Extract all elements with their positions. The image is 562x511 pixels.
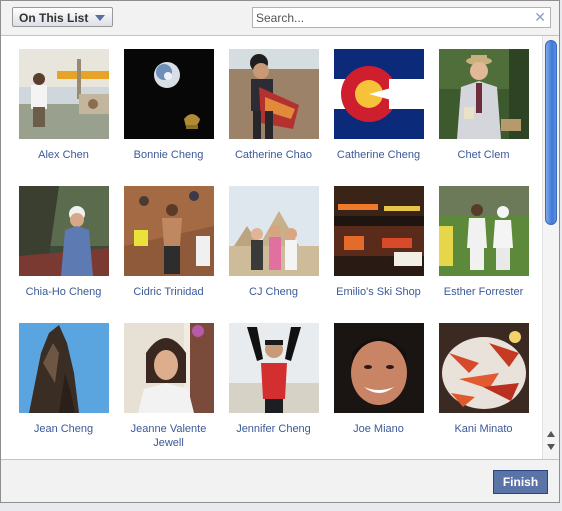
friend-item-chet-clem[interactable]: Chet Clem <box>431 49 536 170</box>
finish-button[interactable]: Finish <box>493 470 548 494</box>
friend-photo-catherine-cheng <box>333 49 424 139</box>
friend-name: Joe Miano <box>353 423 404 435</box>
friend-item-cj-cheng[interactable]: CJ Cheng <box>221 186 326 307</box>
friend-name: Chet Clem <box>457 149 510 161</box>
dialog-footer: Finish <box>1 460 559 502</box>
list-filter-dropdown[interactable]: On This List <box>12 7 114 27</box>
friend-list-dialog: On This List ✕ <box>0 0 560 503</box>
friend-photo-bonnie-cheng <box>123 49 214 139</box>
friend-photo-cj-cheng <box>228 186 319 276</box>
friend-photo-chet-clem <box>438 49 529 139</box>
scrollbar-thumb[interactable] <box>545 40 557 225</box>
friend-item-jeanne-valente-jewell[interactable]: Jeanne Valente Jewell <box>116 323 221 449</box>
friend-name: Jeanne Valente Jewell <box>130 423 207 449</box>
search-box: ✕ <box>252 7 551 28</box>
friend-item-joe-miano[interactable]: Joe Miano <box>326 323 431 444</box>
search-input[interactable] <box>256 9 526 26</box>
friend-photo-alex-chen <box>18 49 109 139</box>
friend-item-chia-ho-cheng[interactable]: Chia-Ho Cheng <box>11 186 116 307</box>
friend-photo-esther-forrester <box>438 186 529 276</box>
scroll-down-icon[interactable] <box>547 444 555 450</box>
friend-item-emilios-ski-shop[interactable]: Emilio's Ski Shop <box>326 186 431 307</box>
friend-item-catherine-chao[interactable]: Catherine Chao <box>221 49 326 170</box>
friend-item-jennifer-cheng[interactable]: Jennifer Cheng <box>221 323 326 444</box>
chevron-down-icon <box>95 15 106 21</box>
friend-name: Kani Minato <box>454 423 513 435</box>
friend-name: Esther Forrester <box>443 286 524 298</box>
friend-name: Catherine Cheng <box>336 149 421 161</box>
friend-photo-jean-cheng <box>18 323 109 413</box>
friend-grid-pane: Alex Chen Bonnie Cheng Catherine Chao Ca… <box>1 36 559 460</box>
friend-photo-kani-minato <box>438 323 529 413</box>
friend-item-jean-cheng[interactable]: Jean Cheng <box>11 323 116 444</box>
friend-photo-catherine-chao <box>228 49 319 139</box>
clear-search-icon[interactable]: ✕ <box>534 9 546 25</box>
friend-grid: Alex Chen Bonnie Cheng Catherine Chao Ca… <box>11 49 541 449</box>
friend-item-alex-chen[interactable]: Alex Chen <box>11 49 116 170</box>
friend-name: Bonnie Cheng <box>133 149 204 161</box>
dialog-toolbar: On This List ✕ <box>1 1 559 36</box>
friend-name: Alex Chen <box>38 149 89 161</box>
friend-name: CJ Cheng <box>249 286 298 298</box>
friend-name: Emilio's Ski Shop <box>336 286 421 298</box>
friend-photo-chia-ho-cheng <box>18 186 109 276</box>
friend-item-cidric-trinidad[interactable]: Cidric Trinidad <box>116 186 221 307</box>
friend-item-kani-minato[interactable]: Kani Minato <box>431 323 536 444</box>
friend-item-catherine-cheng[interactable]: Catherine Cheng <box>326 49 431 170</box>
friend-photo-jeanne-valente-jewell <box>123 323 214 413</box>
friend-photo-cidric-trinidad <box>123 186 214 276</box>
friend-name: Catherine Chao <box>234 149 313 161</box>
friend-photo-emilios-ski-shop <box>333 186 424 276</box>
friend-name: Jennifer Cheng <box>236 423 311 435</box>
friend-name: Jean Cheng <box>33 423 94 435</box>
scroll-up-icon[interactable] <box>547 431 555 437</box>
friend-name: Chia-Ho Cheng <box>25 286 102 298</box>
list-filter-label: On This List <box>19 11 89 25</box>
friend-photo-joe-miano <box>333 323 424 413</box>
friend-name: Cidric Trinidad <box>133 286 204 298</box>
friend-photo-jennifer-cheng <box>228 323 319 413</box>
vertical-scrollbar[interactable] <box>542 36 559 459</box>
friend-item-esther-forrester[interactable]: Esther Forrester <box>431 186 536 307</box>
friend-item-bonnie-cheng[interactable]: Bonnie Cheng <box>116 49 221 170</box>
